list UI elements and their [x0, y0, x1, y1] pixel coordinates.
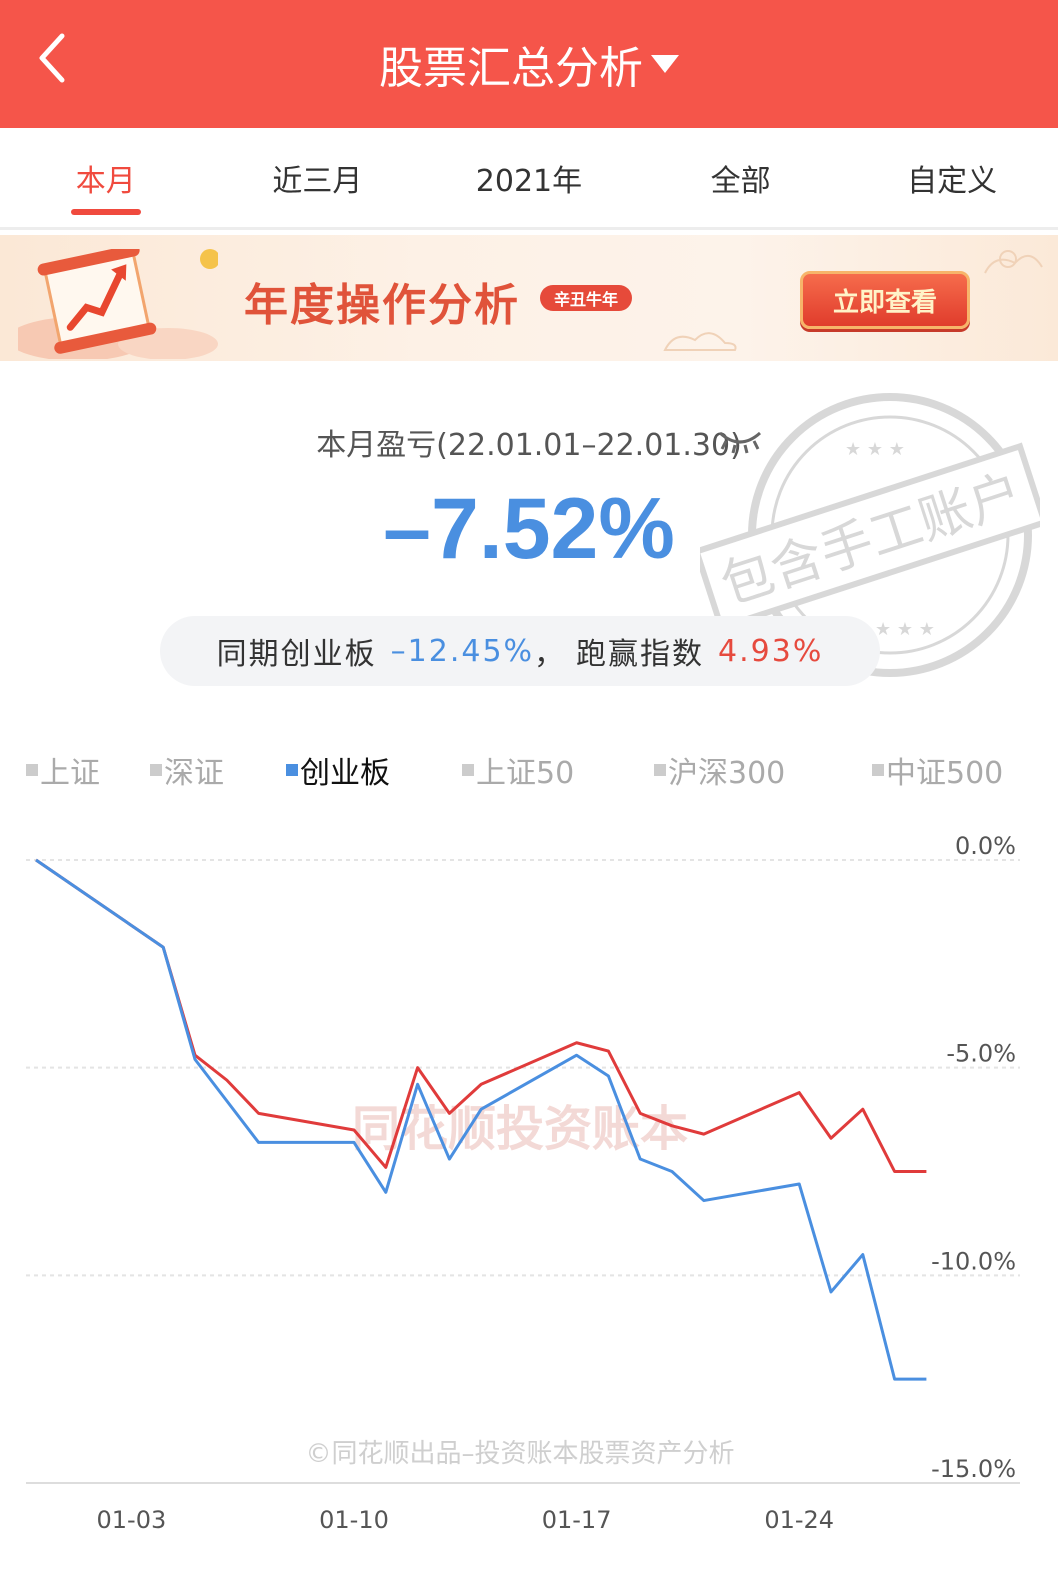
beat-index-label: 跑赢指数	[576, 637, 705, 672]
beat-index-value: 4.93%	[718, 633, 824, 669]
x-tick-label: 01-24	[764, 1506, 834, 1534]
legend-item-shenzhen[interactable]: 深证	[150, 748, 224, 792]
banner-title: 年度操作分析	[244, 280, 520, 331]
legend-swatch	[150, 764, 162, 776]
legend-label: 深证	[164, 756, 224, 791]
page-title: 股票汇总分析	[379, 43, 643, 94]
tab-label: 本月	[75, 163, 136, 199]
legend-label: 上证50	[476, 756, 575, 791]
caret-down-icon	[651, 55, 679, 73]
legend-label: 创业板	[300, 756, 390, 791]
compare-prefix: 同期创业板	[216, 637, 377, 672]
legend-swatch	[462, 764, 474, 776]
legend-swatch	[286, 764, 298, 776]
legend-swatch	[872, 764, 884, 776]
legend-item-shanghai[interactable]: 上证	[26, 748, 100, 792]
legend-label: 沪深300	[668, 756, 786, 791]
cloud-decoration-icon	[984, 250, 1043, 274]
tab-all[interactable]: 全部	[635, 128, 847, 227]
legend-swatch	[26, 764, 38, 776]
y-tick-label: 0.0%	[955, 832, 1016, 860]
tab-custom[interactable]: 自定义	[846, 128, 1058, 227]
banner-badge: 辛丑牛年	[540, 285, 632, 311]
legend-item-chinext[interactable]: 创业板	[286, 748, 390, 792]
svg-text:★ ★ ★: ★ ★ ★	[875, 619, 935, 640]
legend-item-csi300[interactable]: 沪深300	[654, 748, 785, 792]
tab-label: 全部	[710, 163, 771, 199]
x-tick-label: 01-17	[542, 1506, 612, 1534]
tab-2021[interactable]: 2021年	[423, 128, 635, 227]
legend-label: 中证500	[886, 756, 1004, 791]
legend-item-csi500[interactable]: 中证500	[872, 748, 1003, 792]
y-tick-label: -5.0%	[946, 1040, 1016, 1068]
y-tick-label: -15.0%	[931, 1455, 1016, 1483]
page-title-dropdown[interactable]: 股票汇总分析	[0, 0, 1058, 128]
tab-label: 自定义	[907, 163, 998, 199]
legend-swatch	[654, 764, 666, 776]
period-tabs: 本月 近三月 2021年 全部 自定义	[0, 128, 1058, 230]
legend-item-sse50[interactable]: 上证50	[462, 748, 574, 792]
tab-label: 2021年	[475, 163, 583, 199]
annual-analysis-banner[interactable]: 年度操作分析 辛丑牛年 立即查看	[0, 235, 1058, 361]
y-tick-label: -10.0%	[931, 1247, 1016, 1275]
view-now-button[interactable]: 立即查看	[800, 271, 970, 329]
app-header: 股票汇总分析	[0, 0, 1058, 128]
month-pnl-value: –7.52%	[383, 481, 675, 577]
legend-label: 上证	[40, 756, 100, 791]
tab-three-months[interactable]: 近三月	[212, 128, 424, 227]
x-tick-label: 01-03	[97, 1506, 167, 1534]
tab-this-month[interactable]: 本月	[0, 128, 212, 227]
x-tick-label: 01-10	[319, 1506, 389, 1534]
chart-footer: ©同花顺出品–投资账本股票资产分析	[305, 1439, 734, 1469]
cloud-decoration-icon	[663, 332, 737, 351]
index-legend: 上证 深证 创业板 上证50 沪深300 中证500	[0, 748, 1058, 798]
rising-chart-scroll-icon	[18, 249, 218, 359]
tab-label: 近三月	[272, 163, 363, 199]
benchmark-comparison: 同期创业板 –12.45% ， 跑赢指数 4.93%	[160, 616, 880, 686]
month-pnl-label: 本月盈亏(22.01.01–22.01.30)	[316, 428, 742, 463]
compare-separator: ，	[534, 637, 567, 672]
index-return: –12.45%	[390, 633, 535, 669]
eye-closed-icon[interactable]	[718, 425, 762, 455]
return-chart[interactable]: 0.0%-5.0%-10.0%-15.0% 同花顺投资账本 ©同花顺出品–投资账…	[0, 820, 1058, 1589]
